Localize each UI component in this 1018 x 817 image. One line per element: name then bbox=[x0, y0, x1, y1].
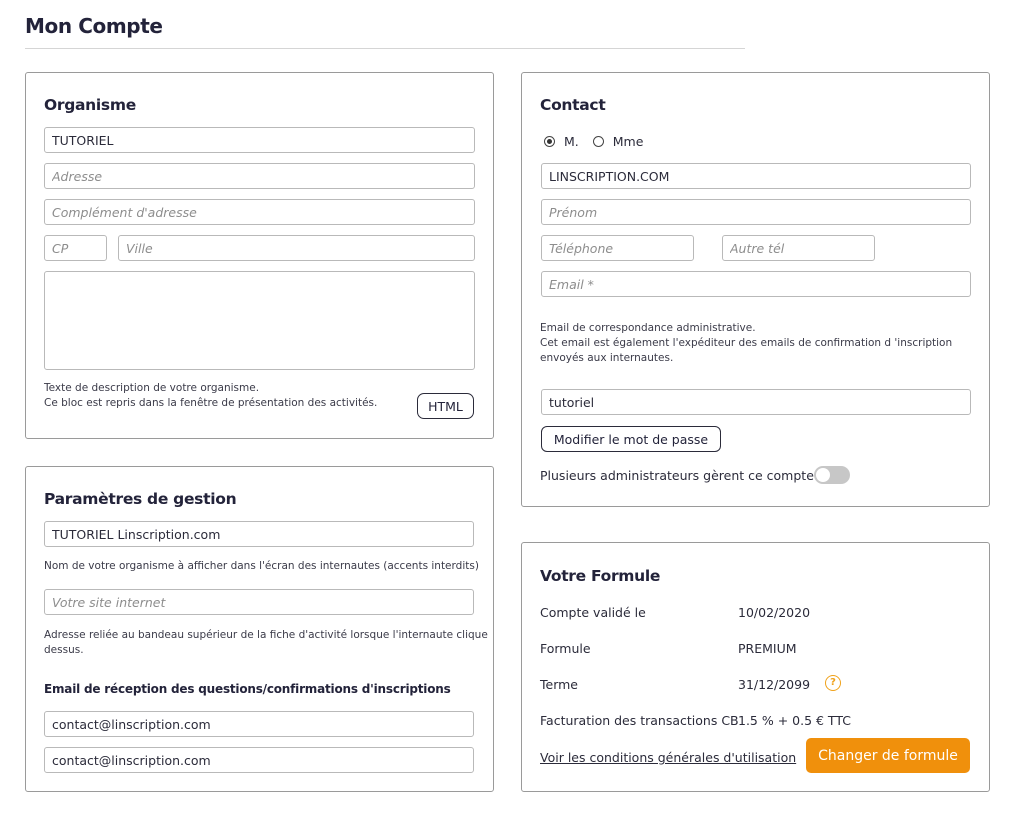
civility-m-radio[interactable] bbox=[544, 136, 555, 147]
contact-card: Contact M. Mme Email de correspondance a… bbox=[521, 72, 990, 507]
question-icon[interactable]: ? bbox=[825, 675, 841, 691]
address-complement-input[interactable] bbox=[44, 199, 475, 225]
multi-admin-toggle[interactable] bbox=[814, 466, 850, 484]
display-name-help: Nom de votre organisme à afficher dans l… bbox=[44, 560, 479, 572]
multi-admin-label: Plusieurs administrateurs gèrent ce comp… bbox=[540, 468, 814, 483]
civility-mme-radio[interactable] bbox=[592, 136, 604, 147]
page-title: Mon Compte bbox=[25, 14, 163, 38]
formule-row-label: Formule bbox=[540, 641, 591, 656]
civility-mme-label: Mme bbox=[612, 134, 644, 149]
formule-card: Votre Formule Compte validé le 10/02/202… bbox=[521, 542, 990, 792]
ville-input[interactable] bbox=[118, 235, 475, 261]
contact-title: Contact bbox=[540, 96, 606, 114]
cgu-link[interactable]: Voir les conditions générales d'utilisat… bbox=[540, 750, 796, 765]
formule-row-label: Terme bbox=[540, 677, 578, 692]
address-input[interactable] bbox=[44, 163, 475, 189]
description-help-line1: Texte de description de votre organisme. bbox=[44, 382, 260, 394]
website-input[interactable] bbox=[44, 589, 474, 615]
description-help-line2: Ce bloc est repris dans la fenêtre de pr… bbox=[44, 397, 378, 409]
organisme-title: Organisme bbox=[44, 96, 136, 114]
civility-radio-group: M. Mme bbox=[544, 134, 657, 149]
autre-tel-input[interactable] bbox=[722, 235, 875, 261]
gestion-title: Paramètres de gestion bbox=[44, 490, 237, 508]
change-password-button[interactable]: Modifier le mot de passe bbox=[541, 426, 721, 452]
website-help: Adresse reliée au bandeau supérieur de l… bbox=[44, 628, 488, 658]
reception-email-input-1[interactable] bbox=[44, 711, 474, 737]
organisme-name-input[interactable] bbox=[44, 127, 475, 153]
login-input[interactable] bbox=[541, 389, 971, 415]
gestion-card: Paramètres de gestion Nom de votre organ… bbox=[25, 466, 494, 792]
website-help-line2: dessus. bbox=[44, 644, 84, 656]
description-help: Texte de description de votre organisme.… bbox=[44, 381, 377, 411]
formule-row-value: 31/12/2099 bbox=[738, 677, 811, 692]
title-divider bbox=[25, 48, 745, 49]
email-help-line3: envoyés aux internautes. bbox=[540, 352, 674, 364]
telephone-input[interactable] bbox=[541, 235, 694, 261]
multi-admin-toggle-knob bbox=[816, 468, 830, 482]
formule-title: Votre Formule bbox=[540, 567, 661, 585]
civility-m-label: M. bbox=[564, 134, 579, 149]
email-help-line1: Email de correspondance administrative. bbox=[540, 322, 756, 334]
email-help-line2: Cet email est également l'expéditeur des… bbox=[540, 337, 953, 349]
email-input[interactable] bbox=[541, 271, 971, 297]
formule-row-value: 10/02/2020 bbox=[738, 605, 811, 620]
display-name-input[interactable] bbox=[44, 521, 474, 547]
reception-email-input-2[interactable] bbox=[44, 747, 474, 773]
reception-email-label: Email de réception des questions/confirm… bbox=[44, 682, 451, 696]
formule-row-label: Facturation des transactions CB bbox=[540, 713, 739, 728]
prenom-input[interactable] bbox=[541, 199, 971, 225]
html-button[interactable]: HTML bbox=[417, 393, 474, 419]
email-help: Email de correspondance administrative. … bbox=[540, 321, 952, 366]
formule-row-label: Compte validé le bbox=[540, 605, 646, 620]
website-help-line1: Adresse reliée au bandeau supérieur de l… bbox=[44, 629, 488, 641]
organisme-card: Organisme Texte de description de votre … bbox=[25, 72, 494, 439]
description-textarea[interactable] bbox=[44, 271, 475, 370]
change-formula-button[interactable]: Changer de formule bbox=[806, 738, 970, 773]
contact-name-input[interactable] bbox=[541, 163, 971, 189]
formule-row-value: 1.5 % + 0.5 € TTC bbox=[738, 713, 851, 728]
formule-row-value: PREMIUM bbox=[738, 641, 797, 656]
cp-input[interactable] bbox=[44, 235, 107, 261]
